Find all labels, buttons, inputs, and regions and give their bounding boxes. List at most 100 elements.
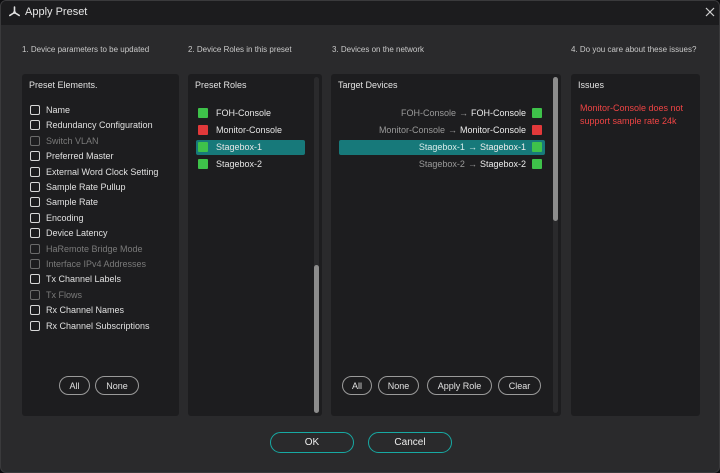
- column-heading-devices: 3. Devices on the network: [332, 45, 425, 54]
- preset-elements-title: Preset Elements.: [29, 80, 98, 90]
- preset-elements-panel: Preset Elements. Name Redundancy Configur…: [22, 74, 179, 416]
- checkbox[interactable]: [30, 135, 40, 146]
- checkbox[interactable]: [30, 320, 40, 331]
- preset-element-item[interactable]: Tx Flows: [30, 289, 82, 301]
- role-item[interactable]: FOH-Console: [196, 105, 305, 120]
- checkbox[interactable]: [30, 151, 40, 162]
- preset-element-label: External Word Clock Setting: [46, 166, 159, 177]
- checkbox[interactable]: [30, 120, 40, 131]
- assigned-role-name: FOH-Console: [470, 107, 526, 118]
- preset-element-item[interactable]: Redundancy Configuration: [30, 119, 153, 131]
- preset-element-item[interactable]: Name: [30, 104, 70, 116]
- close-icon[interactable]: [703, 5, 717, 19]
- issue-message: Monitor-Console does not support sample …: [580, 103, 684, 126]
- checkbox[interactable]: [30, 259, 40, 269]
- role-item[interactable]: Monitor-Console: [196, 122, 305, 137]
- checkbox[interactable]: [30, 289, 40, 300]
- preset-element-label: Switch VLAN: [46, 135, 99, 146]
- device-name: Stagebox-1: [418, 142, 465, 153]
- role-item[interactable]: Stagebox-1: [196, 139, 305, 155]
- preset-element-label: Device Latency: [46, 228, 108, 239]
- target-devices-panel: Target Devices FOH-Console → FOH-Console Mo…: [331, 74, 561, 416]
- preset-roles-title: Preset Roles: [195, 80, 247, 90]
- preset-element-item[interactable]: Sample Rate Pullup: [30, 181, 126, 193]
- status-indicator-icon: [532, 124, 542, 135]
- preset-element-label: Sample Rate: [46, 197, 99, 208]
- role-label: Monitor-Console: [216, 124, 283, 135]
- preset-element-item[interactable]: Rx Channel Names: [30, 304, 124, 316]
- checkbox[interactable]: [30, 228, 40, 239]
- device-name: Stagebox-2: [418, 159, 465, 170]
- select-none-elements-button[interactable]: None: [95, 376, 139, 395]
- clear-button[interactable]: Clear: [498, 376, 541, 395]
- assigned-role-name: Stagebox-1: [479, 142, 526, 153]
- column-heading-roles: 2. Device Roles in this preset: [188, 45, 292, 54]
- arrow-right-icon: →: [447, 124, 457, 135]
- role-item[interactable]: Stagebox-2: [196, 157, 305, 172]
- role-label: Stagebox-2: [216, 159, 263, 170]
- preset-roles-panel: Preset Roles FOH-Console Monitor-Console S…: [188, 74, 322, 416]
- preset-element-item[interactable]: HaRemote Bridge Mode: [30, 243, 143, 255]
- preset-element-item[interactable]: Encoding: [30, 212, 84, 224]
- select-all-devices-button[interactable]: All: [342, 376, 372, 395]
- preset-element-item[interactable]: Interface IPv4 Addresses: [30, 258, 146, 270]
- preset-element-item[interactable]: Rx Channel Subscriptions: [30, 320, 150, 332]
- checkbox[interactable]: [30, 197, 40, 208]
- preset-element-label: HaRemote Bridge Mode: [46, 243, 143, 254]
- apply-role-button[interactable]: Apply Role: [427, 376, 492, 395]
- roles-scrollbar-thumb[interactable]: [314, 265, 319, 413]
- issues-title: Issues: [578, 80, 605, 90]
- target-device-item[interactable]: Stagebox-1 → Stagebox-1: [339, 139, 545, 155]
- preset-element-item[interactable]: Tx Channel Labels: [30, 273, 121, 285]
- ok-button[interactable]: OK: [270, 432, 354, 453]
- status-indicator-icon: [532, 159, 542, 170]
- window-title: Apply Preset: [25, 6, 88, 18]
- checkbox[interactable]: [30, 182, 40, 192]
- status-indicator-icon: [198, 159, 208, 170]
- checkbox[interactable]: [30, 274, 40, 285]
- checkbox[interactable]: [30, 305, 40, 316]
- status-indicator-icon: [198, 142, 208, 153]
- preset-element-item[interactable]: Device Latency: [30, 227, 108, 239]
- arrow-right-icon: →: [458, 107, 468, 118]
- preset-element-item[interactable]: Preferred Master: [30, 150, 114, 162]
- preset-element-item[interactable]: Sample Rate: [30, 196, 98, 208]
- arrow-right-icon: →: [467, 142, 477, 153]
- preset-element-label: Preferred Master: [46, 151, 114, 162]
- target-device-item[interactable]: Monitor-Console → Monitor-Console: [339, 122, 545, 137]
- checkbox[interactable]: [30, 166, 40, 177]
- status-indicator-icon: [198, 124, 208, 135]
- preset-element-label: Sample Rate Pullup: [46, 182, 126, 192]
- preset-element-label: Rx Channel Names: [46, 305, 125, 316]
- preset-element-label: Tx Flows: [46, 289, 82, 300]
- target-device-item[interactable]: Stagebox-2 → Stagebox-2: [339, 157, 545, 172]
- cancel-button[interactable]: Cancel: [368, 432, 452, 453]
- target-devices-title: Target Devices: [338, 80, 398, 90]
- status-indicator-icon: [532, 142, 542, 153]
- preset-element-item[interactable]: Switch VLAN: [30, 135, 99, 147]
- device-name: FOH-Console: [400, 107, 456, 118]
- checkbox[interactable]: [30, 243, 40, 254]
- apply-preset-dialog: Apply Preset 1. Device parameters to be …: [0, 0, 720, 473]
- title-bar: Apply Preset: [1, 1, 719, 25]
- arrow-right-icon: →: [467, 159, 477, 170]
- device-name: Monitor-Console: [378, 124, 445, 135]
- select-all-elements-button[interactable]: All: [59, 376, 90, 395]
- preset-element-item[interactable]: External Word Clock Setting: [30, 166, 158, 178]
- column-heading-parameters: 1. Device parameters to be updated: [22, 45, 150, 54]
- column-heading-issues: 4. Do you care about these issues?: [571, 45, 697, 54]
- status-indicator-icon: [198, 107, 208, 118]
- preset-element-label: Interface IPv4 Addresses: [46, 259, 147, 269]
- target-device-item[interactable]: FOH-Console → FOH-Console: [339, 105, 545, 120]
- select-none-devices-button[interactable]: None: [378, 376, 419, 395]
- checkbox[interactable]: [30, 212, 40, 223]
- preset-element-label: Redundancy Configuration: [46, 120, 153, 131]
- issues-panel: Issues Monitor-Console does not support …: [571, 74, 700, 416]
- status-indicator-icon: [532, 107, 542, 118]
- preset-element-label: Encoding: [46, 212, 84, 223]
- app-logo-icon: [8, 6, 20, 17]
- devices-scrollbar-thumb[interactable]: [553, 77, 558, 221]
- role-label: FOH-Console: [216, 107, 272, 118]
- preset-element-label: Rx Channel Subscriptions: [46, 320, 150, 331]
- checkbox[interactable]: [30, 105, 40, 115]
